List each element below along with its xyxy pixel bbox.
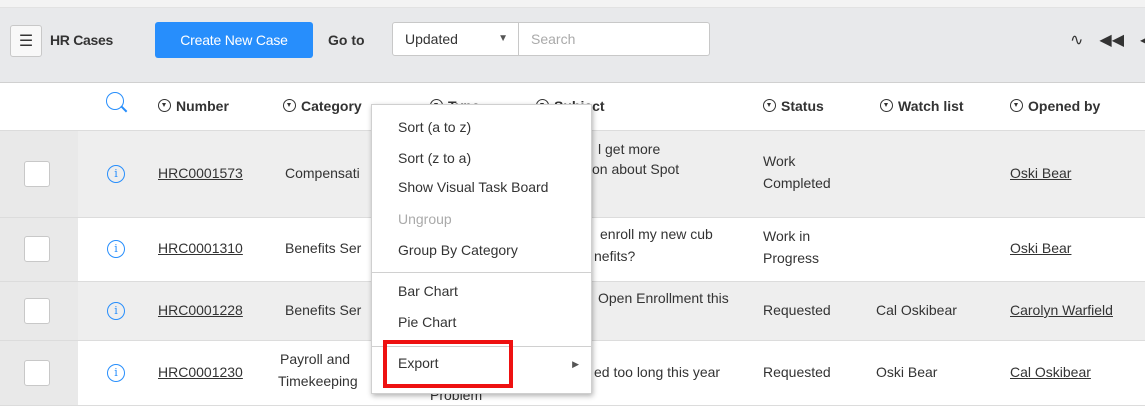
info-icon[interactable]: i [107,364,125,382]
subject-cell: ed too long this year [594,364,721,380]
status-cell: Requested [763,364,831,380]
status-cell: Requested [763,302,831,318]
opened-by-link[interactable]: Oski Bear [1010,163,1071,183]
row-checkbox[interactable] [24,360,50,386]
info-icon[interactable]: i [107,240,125,258]
category-cell-line2: Timekeeping [278,373,358,389]
menu-item-sort-z-a[interactable]: Sort (z to a) [398,150,471,166]
subject-cell: enroll my new cub [600,226,713,242]
column-menu-icon[interactable] [283,99,296,112]
chevron-down-icon: ▼ [498,33,508,44]
status-cell-line2: Progress [763,250,820,266]
column-header-category[interactable]: Category [283,98,362,114]
list-toolbar: ☰ HR Cases Create New Case Go to Updated… [0,8,1145,83]
menu-item-show-visual-task-board[interactable]: Show Visual Task Board [398,179,548,195]
status-cell-line2: Completed [763,175,831,191]
opened-by-link[interactable]: Cal Oskibear [1010,362,1091,382]
menu-item-ungroup: Ungroup [398,211,452,227]
menu-item-group-by-category[interactable]: Group By Category [398,242,518,258]
subject-cell-line2: on about Spot [592,161,680,177]
row-checkbox[interactable] [24,298,50,324]
pulse-icon[interactable]: ∿ [1070,30,1083,50]
watch-list-cell: Cal Oskibear [876,302,957,318]
status-cell: Work in [763,228,811,244]
opened-by-link[interactable]: Carolyn Warfield [1010,300,1113,320]
category-cell: Benefits Ser [285,240,362,256]
status-cell: Work [763,153,796,169]
case-number-link[interactable]: HRC0001230 [158,362,243,382]
column-menu-icon[interactable] [1010,99,1023,112]
column-menu-icon[interactable] [158,99,171,112]
category-cell: Benefits Ser [285,302,362,318]
search-input[interactable]: Search [519,22,710,56]
create-new-case-button[interactable]: Create New Case [155,22,313,58]
menu-icon[interactable]: ☰ [10,25,42,57]
menu-item-sort-a-z[interactable]: Sort (a to z) [398,119,471,135]
row-checkbox[interactable] [24,236,50,262]
column-menu-icon[interactable] [880,99,893,112]
info-icon[interactable]: i [107,165,125,183]
goto-field-select[interactable]: Updated ▼ [392,22,519,56]
menu-item-bar-chart[interactable]: Bar Chart [398,283,458,299]
row-checkbox[interactable] [24,161,50,187]
column-menu-icon[interactable] [763,99,776,112]
subject-cell: l get more [598,141,661,157]
case-number-link[interactable]: HRC0001228 [158,300,243,320]
goto-field-value: Updated [405,31,458,47]
watch-list-cell: Oski Bear [876,364,938,380]
prev-icon[interactable]: ◀ [1140,30,1145,50]
column-header-opened-by[interactable]: Opened by [1010,98,1100,114]
case-number-link[interactable]: HRC0001310 [158,238,243,258]
column-header-number[interactable]: Number [158,98,229,114]
category-cell: Payroll and [280,351,351,367]
column-header-status[interactable]: Status [763,98,824,114]
subject-cell-line2: nefits? [594,248,636,264]
export-highlight-box [383,340,513,388]
menu-item-pie-chart[interactable]: Pie Chart [398,314,456,330]
search-icon[interactable] [106,92,124,110]
opened-by-link[interactable]: Oski Bear [1010,238,1071,258]
top-strip [0,0,1145,8]
info-icon[interactable]: i [107,302,125,320]
submenu-arrow-icon: ▶ [572,359,579,369]
rewind-icon[interactable]: ◀◀ [1099,30,1124,50]
menu-divider [372,272,591,273]
category-cell: Compensati [285,165,360,181]
subject-cell: Open Enrollment this [598,290,729,306]
list-title: HR Cases [50,32,113,48]
goto-label: Go to [328,32,365,48]
case-number-link[interactable]: HRC0001573 [158,163,243,183]
column-header-watch-list[interactable]: Watch list [880,98,964,114]
